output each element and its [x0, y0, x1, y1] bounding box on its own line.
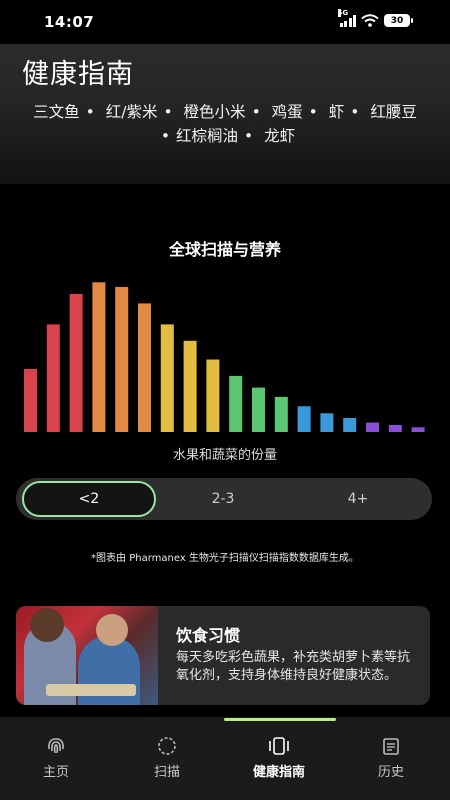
active-tab-indicator	[224, 718, 336, 721]
food-item: 虾	[328, 103, 345, 121]
chart-title: 全球扫描与营养	[168, 240, 281, 259]
segment-option-2-3[interactable]: 2-3	[168, 481, 278, 517]
chart-bar	[411, 427, 425, 432]
chart-bar	[46, 324, 60, 432]
chart-bar	[138, 303, 151, 432]
segment-option-4plus[interactable]: 4+	[302, 481, 414, 517]
status-bar: 14:07 5G 30	[0, 0, 450, 44]
food-item: 龙虾	[264, 127, 296, 145]
nutrition-bar-chart	[24, 282, 425, 432]
nav-item-guide[interactable]: 健康指南	[234, 735, 324, 780]
cellular-signal-icon: 5G	[337, 8, 356, 27]
nav-item-home[interactable]: 主页	[11, 735, 101, 780]
food-item: 三文鱼	[33, 103, 80, 121]
chart-bar	[115, 287, 129, 432]
food-item: 红腰豆	[370, 103, 417, 121]
food-item: 鸡蛋	[271, 103, 303, 121]
chart-bar	[206, 359, 220, 432]
card-title: 饮食习惯	[176, 626, 241, 645]
chart-bar	[297, 406, 311, 432]
guide-card-icon	[269, 737, 289, 755]
food-list: 三文鱼 • 红/紫米 • 橙色小米 • 鸡蛋 • 虾 • 红腰豆 • 红棕榈油 • 龙虾	[33, 103, 417, 145]
chart-bar	[252, 387, 265, 432]
header: 健康指南 三文鱼 • 红/紫米 • 橙色小米 • 鸡蛋 • 虾 • 红腰豆 • 红棕榈油 • …	[0, 44, 450, 184]
bottom-nav: 主页 扫描 健康指南 历史	[0, 717, 450, 800]
chart-bar	[160, 324, 174, 432]
chart-bar	[92, 282, 106, 432]
chart-bar	[183, 340, 197, 432]
chart-bar	[366, 422, 379, 432]
chart-bar	[274, 396, 288, 432]
diet-habit-card[interactable]: 饮食习惯 每天多吃彩色蔬果，补充类胡萝卜素等抗氧化剂，支持身体维持良好健康状态。	[16, 606, 430, 705]
nav-label: 扫描	[153, 765, 180, 780]
status-time: 14:07	[44, 13, 95, 31]
segment-option-lt2[interactable]: <2	[22, 481, 156, 517]
nav-item-history[interactable]: 历史	[346, 735, 436, 780]
chart-bar	[343, 418, 357, 432]
card-photo	[16, 606, 158, 705]
fingerprint-icon	[48, 738, 64, 754]
nav-label: 健康指南	[252, 765, 305, 780]
wifi-icon	[361, 14, 379, 27]
chart-bar	[320, 413, 334, 432]
x-axis-label: 水果和蔬菜的份量	[172, 448, 277, 463]
chart-bar	[388, 425, 402, 432]
battery-level: 30	[390, 15, 404, 26]
card-body: 每天多吃彩色蔬果，补充类胡萝卜素等抗氧化剂，支持身体维持良好健康状态。	[176, 650, 411, 683]
history-document-icon	[383, 738, 399, 755]
chart-bar	[24, 368, 37, 432]
chart-footnote: *图表由 Pharmanex 生物光子扫描仪扫描指数数据库生成。	[91, 553, 359, 564]
food-item: 橙色小米	[183, 103, 246, 121]
status-icons: 5G 30	[337, 8, 413, 27]
nav-label: 主页	[42, 765, 69, 780]
nav-item-scan[interactable]: 扫描	[122, 735, 212, 780]
page-title: 健康指南	[22, 59, 134, 90]
network-type: 5G	[337, 8, 349, 17]
chart-bar	[229, 375, 243, 432]
food-item: 红棕榈油	[176, 127, 239, 145]
scan-circle-icon	[158, 737, 176, 755]
food-item: 红/紫米	[105, 103, 158, 121]
chart-bar	[69, 294, 83, 432]
battery-icon: 30	[384, 14, 413, 27]
servings-segmented-control: <2 2-3 4+	[16, 478, 432, 520]
nav-label: 历史	[377, 765, 404, 780]
